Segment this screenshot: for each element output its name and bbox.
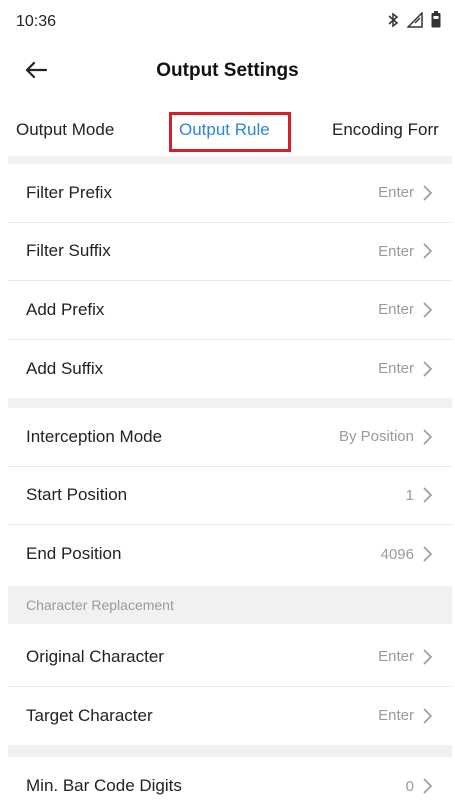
row-label: Add Suffix <box>26 358 104 378</box>
row-value: By Position <box>338 428 414 446</box>
row-label: End Position <box>26 544 122 564</box>
tab-encoding-format[interactable]: Encoding Forr <box>332 120 439 140</box>
chevron-right-icon <box>423 243 432 259</box>
status-bar: 10:36 <box>0 0 455 44</box>
interception-group: Interception Mode By Position Start Posi… <box>8 408 452 584</box>
row-label: Min. Bar Code Digits <box>26 776 182 796</box>
section-header: Character Replacement <box>8 586 452 624</box>
row-label: Filter Suffix <box>26 241 111 261</box>
row-label: Filter Prefix <box>26 182 112 202</box>
interception-mode-row[interactable]: Interception Mode By Position <box>8 408 452 467</box>
chevron-right-icon <box>423 487 432 503</box>
section-header-label: Character Replacement <box>26 597 174 613</box>
prefix-suffix-group: Filter Prefix Enter Filter Suffix Enter … <box>8 164 452 398</box>
divider <box>8 156 452 164</box>
row-value: Enter <box>378 648 414 666</box>
chevron-right-icon <box>423 302 432 318</box>
chevron-right-icon <box>423 649 432 665</box>
divider <box>8 398 452 408</box>
status-time: 10:36 <box>16 13 57 30</box>
tab-output-mode[interactable]: Output Mode <box>16 120 114 140</box>
add-suffix-row[interactable]: Add Suffix Enter <box>8 339 452 398</box>
filter-prefix-row[interactable]: Filter Prefix Enter <box>8 164 452 223</box>
signal-icon <box>407 11 423 28</box>
selected-tab-highlight <box>169 112 291 152</box>
row-value: Enter <box>378 301 414 319</box>
target-character-row[interactable]: Target Character Enter <box>8 686 452 745</box>
barcode-digits-group: Min. Bar Code Digits 0 <box>8 757 452 807</box>
chevron-right-icon <box>423 429 432 445</box>
bluetooth-icon <box>387 12 399 28</box>
add-prefix-row[interactable]: Add Prefix Enter <box>8 281 452 340</box>
chevron-right-icon <box>423 185 432 201</box>
original-character-row[interactable]: Original Character Enter <box>8 628 452 687</box>
page-title: Output Settings <box>156 60 299 81</box>
row-value: 4096 <box>380 545 414 563</box>
character-replacement-group: Original Character Enter Target Characte… <box>8 628 452 745</box>
status-icons <box>387 11 441 28</box>
row-label: Original Character <box>26 646 164 666</box>
row-value: Enter <box>378 242 414 260</box>
chevron-right-icon <box>423 361 432 377</box>
row-value: Enter <box>378 184 414 202</box>
row-label: Start Position <box>26 485 128 505</box>
row-label: Target Character <box>26 705 153 725</box>
row-label: Add Prefix <box>26 299 105 319</box>
start-position-row[interactable]: Start Position 1 <box>8 466 452 525</box>
filter-suffix-row[interactable]: Filter Suffix Enter <box>8 222 452 281</box>
app-bar: Output Settings <box>0 44 455 100</box>
row-value: 1 <box>405 486 414 504</box>
chevron-right-icon <box>423 708 432 724</box>
row-label: Interception Mode <box>26 426 163 446</box>
divider <box>8 745 452 757</box>
min-bar-code-digits-row[interactable]: Min. Bar Code Digits 0 <box>8 757 452 807</box>
chevron-right-icon <box>423 778 432 794</box>
battery-icon <box>431 11 441 28</box>
row-value: Enter <box>378 707 414 725</box>
row-value: 0 <box>405 777 414 795</box>
end-position-row[interactable]: End Position 4096 <box>8 525 452 584</box>
row-value: Enter <box>378 360 414 378</box>
chevron-right-icon <box>423 546 432 562</box>
